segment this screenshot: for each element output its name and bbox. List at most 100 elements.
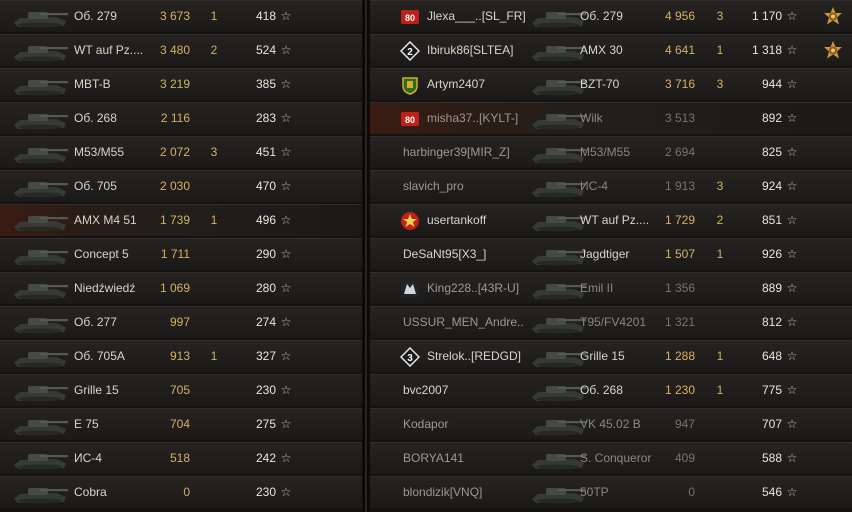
player-row[interactable]: BORYA141 S. Conqueror 409 588 ☆ bbox=[370, 442, 852, 474]
kills-value bbox=[710, 443, 730, 474]
kills-value: 2 bbox=[716, 213, 724, 227]
player-row[interactable]: King228..[43R-U] Emil II 1 356 889 ☆ bbox=[370, 272, 852, 304]
star-icon: ☆ bbox=[280, 281, 292, 295]
xp-value: 274 bbox=[255, 315, 276, 329]
kills-value bbox=[710, 273, 730, 304]
vehicle-name: VK 45.02 B bbox=[580, 417, 641, 431]
damage-value: 997 bbox=[169, 315, 190, 329]
player-row[interactable]: 3 Strelok..[REDGD] Grille 15 1 288 1 648 ☆ bbox=[370, 340, 852, 372]
player-row[interactable]: Об. 705А 913 1 327 ☆ bbox=[0, 340, 362, 372]
player-row[interactable]: 80 Jlexa___..[SL_FR] Об. 279 4 956 3 1 170 ☆ bbox=[370, 0, 852, 32]
damage-value: 1 711 bbox=[160, 247, 190, 261]
xp-value: 290 bbox=[255, 247, 276, 261]
player-row[interactable]: bvc2007 Об. 268 1 230 1 775 ☆ bbox=[370, 374, 852, 406]
damage-value: 1 913 bbox=[664, 179, 695, 193]
xp-value: 707 bbox=[761, 417, 782, 431]
star-icon: ☆ bbox=[280, 383, 292, 397]
tank-silhouette-icon bbox=[10, 479, 72, 506]
player-row[interactable]: Об. 705 2 030 470 ☆ bbox=[0, 170, 362, 202]
player-row[interactable]: usertankoff WT auf Pz.... 1 729 2 851 ☆ bbox=[370, 204, 852, 236]
player-row[interactable]: Об. 268 2 116 283 ☆ bbox=[0, 102, 362, 134]
svg-text:80: 80 bbox=[405, 115, 415, 125]
player-row[interactable]: E 75 704 275 ☆ bbox=[0, 408, 362, 440]
kills-value bbox=[710, 307, 730, 338]
star-icon: ☆ bbox=[786, 247, 798, 261]
player-row[interactable]: AMX M4 51 1 739 1 496 ☆ bbox=[0, 204, 362, 236]
vehicle-name: Emil II bbox=[580, 281, 614, 295]
kills-value bbox=[204, 171, 224, 202]
player-row[interactable]: C]ИС-4518242☆ bbox=[0, 442, 362, 474]
player-row[interactable]: 80 misha37..[KYLT-] Wilk 3 513 892 ☆ bbox=[370, 102, 852, 134]
vehicle-name: WT auf Pz.... bbox=[74, 43, 144, 57]
vehicle-name: Jagdtiger bbox=[580, 247, 630, 261]
kills-value: 1 bbox=[210, 9, 218, 23]
player-row[interactable]: harbinger39[MIR_Z] M53/M55 2 694 825 ☆ bbox=[370, 136, 852, 168]
tank-silhouette-icon bbox=[10, 377, 72, 404]
player-row[interactable]: Cobra 0 230 ☆ bbox=[0, 476, 362, 508]
star-icon: ☆ bbox=[280, 315, 292, 329]
vehicle-name: MBT-B bbox=[74, 77, 111, 91]
vehicle-name: T95/FV4201 bbox=[580, 315, 647, 329]
vehicle-name: Concept 5 bbox=[74, 247, 129, 261]
vehicle-name: ИС-4 bbox=[580, 179, 608, 193]
player-row[interactable]: Об. 279 3 673 1 418 ☆ bbox=[0, 0, 362, 32]
kills-value: 3 bbox=[210, 145, 218, 159]
xp-value: 418 bbox=[255, 9, 276, 23]
vehicle-name: Об. 279 bbox=[580, 9, 623, 23]
star-icon: ☆ bbox=[786, 485, 798, 499]
player-row[interactable]: MBT-B 3 219 385 ☆ bbox=[0, 68, 362, 100]
xp-value: 926 bbox=[761, 247, 782, 261]
damage-value: 704 bbox=[169, 417, 190, 431]
player-row[interactable]: S]M53/M552 0723451☆ bbox=[0, 136, 362, 168]
kills-value: 3 bbox=[716, 179, 724, 193]
vehicle-name: Wilk bbox=[580, 111, 603, 125]
right-team-list: 80 Jlexa___..[SL_FR] Об. 279 4 956 3 1 170 ☆ 2 I… bbox=[370, 0, 852, 512]
kills-value bbox=[204, 375, 224, 406]
player-row[interactable]: DeSaNt95[X3_] Jagdtiger 1 507 1 926 ☆ bbox=[370, 238, 852, 270]
medal-icon bbox=[822, 6, 844, 28]
player-row[interactable]: USSUR_MEN_Andre.. T95/FV4201 1 321 812 ☆ bbox=[370, 306, 852, 338]
vehicle-name: Grille 15 bbox=[74, 383, 119, 397]
kills-value: 1 bbox=[716, 247, 724, 261]
player-row[interactable]: H..WT auf Pz....3 4802524☆ bbox=[0, 34, 362, 66]
player-row[interactable]: perNiedźwiedź1 069280☆ bbox=[0, 272, 362, 304]
player-row[interactable]: Kodapor VK 45.02 B 947 707 ☆ bbox=[370, 408, 852, 440]
kills-value bbox=[710, 103, 730, 134]
kills-value: 1 bbox=[210, 213, 218, 227]
player-row[interactable]: Grille 15 705 230 ☆ bbox=[0, 374, 362, 406]
player-row[interactable]: slavich_pro ИС-4 1 913 3 924 ☆ bbox=[370, 170, 852, 202]
vehicle-name: Об. 705 bbox=[74, 179, 117, 193]
star-icon: ☆ bbox=[786, 111, 798, 125]
damage-value: 2 694 bbox=[664, 145, 695, 159]
damage-value: 1 069 bbox=[159, 281, 190, 295]
kills-value bbox=[204, 103, 224, 134]
damage-value: 1 321 bbox=[664, 315, 695, 329]
tank-silhouette-icon bbox=[10, 139, 72, 166]
vehicle-name: BZT-70 bbox=[580, 77, 620, 91]
vehicle-name: WT auf Pz.... bbox=[580, 213, 650, 227]
player-row[interactable]: blondizik[VNQ] 50TP 0 546 ☆ bbox=[370, 476, 852, 508]
tank-silhouette-icon bbox=[10, 275, 72, 302]
xp-value: 924 bbox=[761, 179, 782, 193]
xp-value: 648 bbox=[761, 349, 782, 363]
damage-value: 0 bbox=[183, 485, 190, 499]
xp-value: 230 bbox=[255, 485, 276, 499]
damage-value: 2 072 bbox=[159, 145, 190, 159]
xp-value: 242 bbox=[255, 451, 276, 465]
player-row[interactable]: 2 Ibiruk86[SLTEA] AMX 30 4 641 1 1 318 ☆ bbox=[370, 34, 852, 66]
damage-value: 4 956 bbox=[664, 9, 695, 23]
kills-value: 1 bbox=[716, 349, 724, 363]
star-icon: ☆ bbox=[280, 179, 292, 193]
damage-value: 947 bbox=[674, 417, 695, 431]
vehicle-name: E 75 bbox=[74, 417, 99, 431]
player-row[interactable]: Artym2407 BZT-70 3 716 3 944 ☆ bbox=[370, 68, 852, 100]
player-row[interactable]: A]Concept 51 711290☆ bbox=[0, 238, 362, 270]
vehicle-name: 50TP bbox=[580, 485, 609, 499]
xp-value: 275 bbox=[255, 417, 276, 431]
vehicle-name: S. Conqueror bbox=[580, 451, 652, 465]
damage-value: 518 bbox=[169, 451, 190, 465]
player-row[interactable]: Об. 277 997 274 ☆ bbox=[0, 306, 362, 338]
star-icon: ☆ bbox=[280, 485, 292, 499]
player-badge-icon: 2 bbox=[399, 40, 421, 62]
left-team-list: Об. 2793 6731418☆H..WT auf Pz....3 48025… bbox=[0, 0, 362, 512]
